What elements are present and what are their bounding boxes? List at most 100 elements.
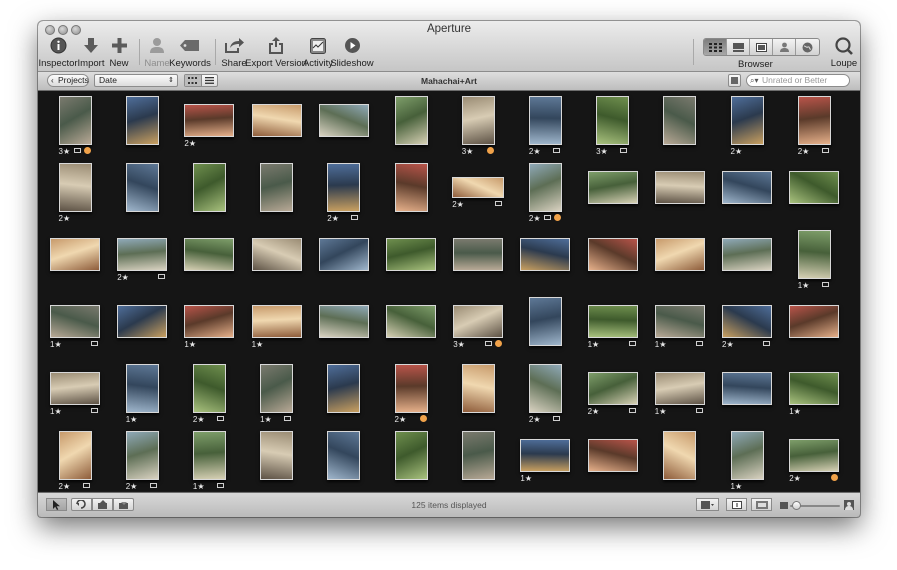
photo-thumbnail[interactable]: 1★ — [50, 304, 100, 349]
photo-thumbnail[interactable] — [260, 430, 294, 480]
split-view-button[interactable] — [727, 39, 750, 55]
photo-thumbnail[interactable]: 2★ — [125, 430, 159, 491]
search-field[interactable]: ⌕▾ Unrated or Better — [746, 74, 850, 87]
photo-thumbnail[interactable] — [528, 296, 562, 346]
photo-thumbnail[interactable]: 2★ — [184, 103, 235, 148]
photo-thumbnail[interactable]: 2★ — [58, 430, 92, 491]
photo-thumbnail[interactable] — [327, 430, 361, 480]
name-button[interactable]: Name — [144, 36, 170, 69]
photo-thumbnail[interactable] — [520, 237, 571, 271]
photo-thumbnail[interactable]: 2★ — [117, 237, 168, 282]
photo-thumbnail[interactable] — [125, 162, 159, 212]
photo-thumbnail[interactable] — [386, 304, 436, 338]
photo-thumbnail[interactable]: 2★ — [722, 304, 772, 349]
photo-thumbnail[interactable]: 2★ — [789, 438, 840, 483]
photo-thumbnail[interactable]: 1★ — [730, 430, 764, 491]
viewer-button[interactable] — [750, 39, 773, 55]
photo-thumbnail[interactable]: 1★ — [587, 304, 638, 349]
photo-thumbnail[interactable]: 1★ — [789, 371, 840, 416]
photo-thumbnail[interactable] — [192, 162, 226, 212]
photo-thumbnail[interactable] — [654, 170, 705, 204]
photo-thumbnail[interactable]: 2★ — [528, 95, 562, 156]
photo-thumbnail[interactable] — [663, 95, 697, 145]
photo-thumbnail[interactable]: 2★ — [528, 363, 562, 424]
primary-only-button[interactable] — [726, 498, 747, 511]
photo-thumbnail[interactable] — [663, 430, 697, 480]
import-button[interactable]: Import — [78, 36, 104, 69]
browser-control-bar: ‹ Projects Date ⇕ Mahachai+Art ⌕▾ Unrate… — [38, 72, 860, 91]
slideshow-button[interactable]: Slideshow — [330, 36, 374, 69]
photo-image — [587, 371, 638, 405]
photo-thumbnail[interactable] — [722, 237, 772, 271]
photo-thumbnail[interactable]: 2★ — [327, 162, 361, 223]
new-button[interactable]: New — [108, 36, 130, 69]
photo-thumbnail[interactable]: 2★ — [587, 371, 638, 416]
photo-thumbnail[interactable]: 1★ — [184, 304, 235, 349]
keywords-button[interactable]: Keywords — [169, 36, 211, 69]
photo-thumbnail[interactable]: 1★ — [125, 363, 159, 424]
photo-thumbnail[interactable] — [587, 438, 638, 472]
photo-thumbnail[interactable] — [260, 162, 294, 212]
slider-knob[interactable] — [792, 501, 801, 510]
quick-preview-button[interactable] — [751, 498, 772, 511]
places-button[interactable] — [796, 39, 819, 55]
photo-thumbnail[interactable]: 1★ — [654, 371, 705, 416]
share-button[interactable]: Share — [221, 36, 247, 69]
photo-thumbnail[interactable] — [386, 237, 436, 271]
photo-thumbnail[interactable]: 1★ — [50, 371, 100, 416]
photo-thumbnail[interactable]: 1★ — [251, 304, 302, 349]
filter-hud-button[interactable] — [728, 74, 741, 87]
photo-thumbnail[interactable]: 2★ — [452, 176, 505, 209]
photo-image — [58, 95, 92, 145]
photo-thumbnail[interactable] — [722, 170, 772, 204]
photo-thumbnail[interactable] — [394, 95, 428, 145]
photo-thumbnail[interactable]: 2★ — [58, 162, 92, 223]
photo-thumbnail[interactable]: 2★ — [192, 363, 226, 424]
photo-thumbnail[interactable] — [587, 237, 638, 271]
photo-thumbnail[interactable]: 1★ — [654, 304, 705, 349]
photo-thumbnail[interactable] — [184, 237, 235, 271]
inspector-button[interactable]: Inspector — [38, 36, 78, 69]
photo-thumbnail[interactable] — [453, 237, 504, 271]
photo-thumbnail[interactable] — [654, 237, 705, 271]
photo-metadata: 2★ — [327, 214, 360, 223]
loupe-button[interactable]: Loupe — [831, 36, 857, 69]
photo-thumbnail[interactable]: 1★ — [520, 438, 571, 483]
export-version-button[interactable]: Export Version — [245, 36, 307, 69]
photo-thumbnail[interactable] — [251, 103, 302, 137]
activity-button[interactable]: Activity — [303, 36, 333, 69]
photo-image — [654, 170, 705, 204]
photo-thumbnail[interactable] — [587, 170, 638, 204]
photo-thumbnail[interactable] — [251, 237, 302, 271]
photo-thumbnail[interactable] — [722, 371, 772, 405]
photo-thumbnail[interactable] — [125, 95, 159, 145]
adjustments-button[interactable] — [696, 498, 719, 511]
grid-view-button[interactable] — [704, 39, 727, 55]
photo-thumbnail[interactable]: 2★ — [528, 162, 562, 223]
photo-thumbnail[interactable] — [318, 304, 369, 338]
photo-thumbnail[interactable] — [327, 363, 361, 413]
photo-thumbnail[interactable] — [789, 304, 840, 338]
photo-thumbnail[interactable]: 1★ — [260, 363, 294, 424]
photo-thumbnail[interactable] — [394, 162, 428, 212]
photo-thumbnail[interactable]: 1★ — [797, 229, 831, 290]
photo-thumbnail[interactable]: 2★ — [797, 95, 831, 156]
thumbnail-size-slider[interactable] — [790, 501, 840, 510]
photo-thumbnail[interactable]: 1★ — [192, 430, 226, 491]
photo-thumbnail[interactable] — [318, 103, 369, 137]
photo-thumbnail[interactable] — [117, 304, 168, 338]
photo-thumbnail[interactable]: 3★ — [58, 95, 92, 156]
photo-thumbnail[interactable]: 3★ — [596, 95, 630, 156]
photo-thumbnail[interactable] — [461, 363, 495, 413]
photo-thumbnail[interactable] — [318, 237, 369, 271]
faces-button[interactable] — [773, 39, 796, 55]
photo-thumbnail[interactable] — [461, 430, 495, 480]
photo-thumbnail[interactable]: 3★ — [453, 304, 504, 349]
photo-thumbnail[interactable] — [789, 170, 840, 204]
photo-thumbnail[interactable]: 2★ — [394, 363, 428, 424]
photo-thumbnail[interactable]: 3★ — [461, 95, 495, 156]
photo-thumbnail[interactable] — [50, 237, 100, 271]
photo-image — [260, 162, 294, 212]
photo-thumbnail[interactable] — [394, 430, 428, 480]
photo-thumbnail[interactable]: 2★ — [730, 95, 764, 156]
